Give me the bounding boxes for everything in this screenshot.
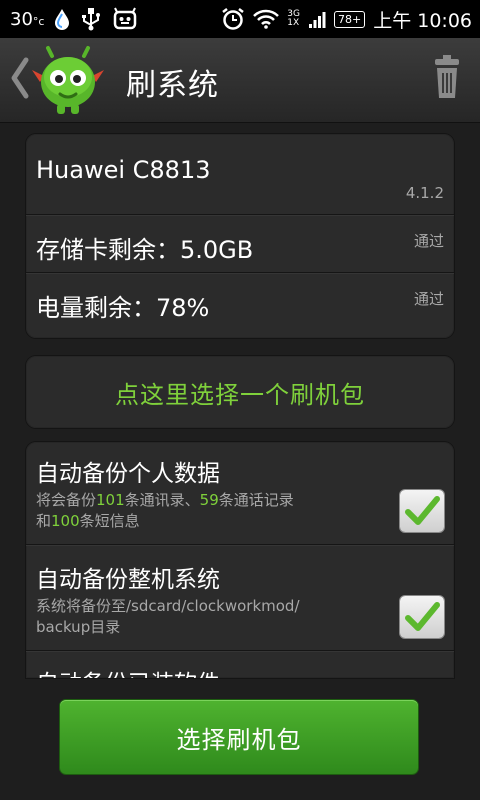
- option-title: 自动备份个人数据: [36, 461, 220, 487]
- wifi-icon: [253, 9, 280, 29]
- option-title: 自动备份已装软件: [36, 664, 220, 678]
- battery-indicator: 78+: [333, 10, 366, 28]
- contacts-count: 101: [96, 491, 125, 509]
- device-model: Huawei C8813: [36, 156, 211, 184]
- alarm-clock-icon: [221, 7, 245, 31]
- checkmark-icon: [405, 496, 440, 525]
- title-bar: 刷系统: [0, 38, 480, 123]
- pick-package-link[interactable]: 点这里选择一个刷机包: [26, 356, 454, 428]
- storage-status: 通过: [413, 232, 444, 250]
- desc-text: 条通话记录: [218, 491, 294, 509]
- option-backup-personal-data[interactable]: 自动备份个人数据 将会备份101条通讯录、59条通话记录 和100条短信息: [26, 442, 454, 544]
- option-backup-installed-apps[interactable]: 自动备份已装软件: [26, 652, 454, 678]
- android-version: 4.1.2: [405, 184, 444, 202]
- device-model-row: Huawei C8813 4.1.2: [26, 134, 454, 214]
- battery-status: 通过: [413, 290, 444, 308]
- signal-bars-icon: [308, 9, 326, 29]
- temperature-unit: °c: [32, 14, 45, 28]
- option-title: 自动备份整机系统: [36, 567, 220, 593]
- backup-personal-data-checkbox[interactable]: [400, 490, 444, 532]
- desc-text: 系统将备份至/sdcard/clockworkmod/: [36, 597, 300, 615]
- desc-text: backup目录: [36, 618, 121, 636]
- desc-text: 条通讯录、: [124, 491, 200, 509]
- battery-row: 电量剩余：78% 通过: [26, 274, 454, 336]
- back-chevron-icon[interactable]: [8, 56, 32, 104]
- pick-package-card[interactable]: 点这里选择一个刷机包: [26, 356, 454, 428]
- network-type-bottom: 1X: [287, 18, 300, 28]
- page-title: 刷系统: [126, 68, 219, 103]
- backup-options-card: 自动备份个人数据 将会备份101条通讯录、59条通话记录 和100条短信息 自动…: [26, 442, 454, 678]
- checkmark-icon: [405, 602, 440, 631]
- sms-count: 100: [51, 512, 80, 530]
- call-log-count: 59: [199, 491, 219, 509]
- option-backup-system[interactable]: 自动备份整机系统 系统将备份至/sdcard/clockworkmod/ bac…: [26, 546, 454, 650]
- status-bar-left: 30°c: [0, 7, 138, 31]
- option-description: 系统将备份至/sdcard/clockworkmod/ backup目录: [36, 596, 366, 638]
- usb-icon: [80, 7, 102, 31]
- trash-can-icon[interactable]: [432, 54, 462, 104]
- android-robot-logo-icon: [30, 42, 106, 122]
- temperature-value: 30: [10, 8, 33, 30]
- desc-text: 和: [36, 512, 52, 530]
- option-description: 将会备份101条通讯录、59条通话记录 和100条短信息: [36, 490, 366, 532]
- bottom-bar: 选择刷机包: [0, 680, 480, 800]
- droplet-icon: [54, 8, 70, 30]
- storage-row: 存储卡剩余：5.0GB 通过: [26, 216, 454, 272]
- device-info-card: Huawei C8813 4.1.2 存储卡剩余：5.0GB 通过 电量剩余：7…: [26, 134, 454, 338]
- status-bar: 30°c 3G 1X 78+ 上午 10:06: [0, 0, 480, 38]
- backup-system-checkbox[interactable]: [400, 596, 444, 638]
- network-type: 3G 1X: [287, 10, 300, 28]
- desc-text: 条短信息: [79, 512, 140, 530]
- storage-remaining: 存储卡剩余：5.0GB: [36, 236, 254, 264]
- battery-remaining: 电量剩余：78%: [36, 294, 210, 322]
- status-bar-right: 3G 1X 78+ 上午 10:06: [221, 6, 480, 33]
- desc-text: 将会备份: [36, 491, 97, 509]
- select-flash-package-button[interactable]: 选择刷机包: [60, 700, 418, 774]
- status-clock: 上午 10:06: [373, 9, 472, 32]
- robot-face-icon: [112, 7, 138, 31]
- temperature-readout: 30°c: [10, 9, 44, 30]
